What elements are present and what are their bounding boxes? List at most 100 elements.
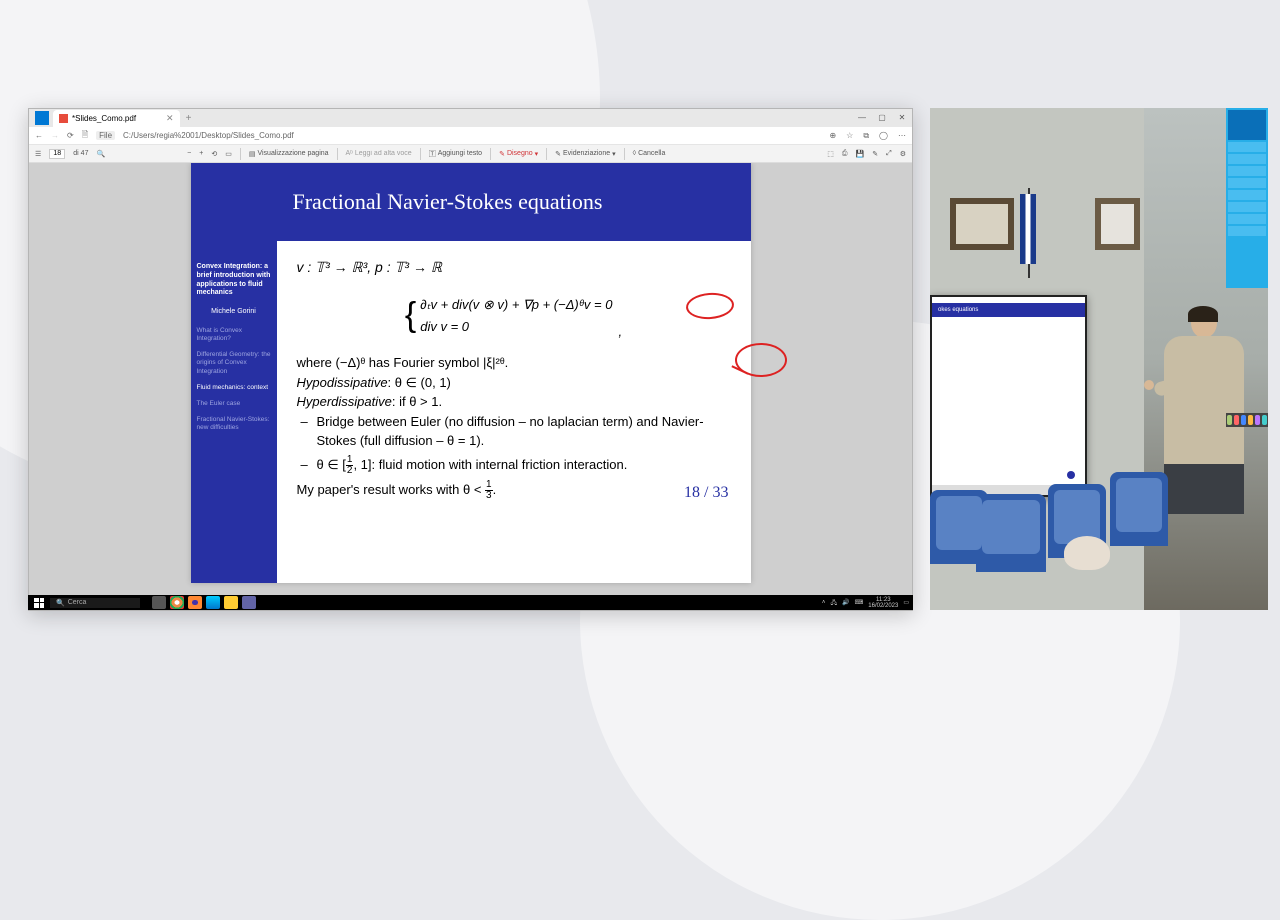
profile-icon[interactable]: ◯ [879,131,888,141]
wall-picture-right [1095,198,1140,250]
maximize-button[interactable]: ▢ [872,110,892,126]
sidebar-sec-3[interactable]: The Euler case [197,400,271,408]
chrome-icon[interactable] [170,596,184,609]
outline-color-row [1226,413,1268,427]
outline-item[interactable] [1228,202,1266,212]
sidebar-sec-1[interactable]: Differential Geometry: the origins of Co… [197,351,271,375]
collections-icon[interactable]: ⧉ [863,131,869,141]
read-aloud-button[interactable]: Aᵇ Leggi ad alta voce [346,150,412,157]
outline-item[interactable] [1228,166,1266,176]
edge-icon [35,111,49,125]
draw-button[interactable]: ✎ Disegno ▾ [499,150,538,158]
print-icon[interactable]: ⎙ [842,150,848,158]
url-prefix: File [96,131,115,140]
result-line: My paper's result works with θ < 13. [297,480,731,501]
url-text[interactable]: C:/Users/regia%2001/Desktop/Slides_Como.… [123,131,821,140]
red-circle-laplacian [685,291,735,320]
erase-button[interactable]: ◊ Cancella [633,150,666,157]
eq-divergence: div v = 0 [420,317,612,337]
forward-button[interactable]: → [51,131,59,140]
teams-icon[interactable] [242,596,256,609]
outline-panel [1226,108,1268,288]
outline-item[interactable] [1228,190,1266,200]
tray-volume-icon[interactable]: 🔊 [842,599,849,606]
pointer-icon[interactable]: ⬚ [827,150,834,158]
slide-body: v : 𝕋³ → ℝ³, p : 𝕋³ → ℝ { ∂ₜv + div(v ⊗ … [277,241,751,511]
sidebar-sec-2[interactable]: Fluid mechanics: context [197,384,271,392]
page-number-input[interactable] [49,149,65,159]
system-tray: ˄ 🖧 🔊 ⌨ 11:2316/02/2023 ▭ [822,597,909,609]
fit-page-icon[interactable]: ▭ [225,150,232,158]
task-icons [152,596,256,609]
slide-author: Michele Gorini [197,308,271,315]
wall-picture-left [950,198,1014,250]
tray-notifications-icon[interactable]: ▭ [903,599,909,606]
brace-icon: { [405,290,416,341]
refresh-button[interactable]: ⟳ [67,131,74,140]
zoom-out-icon[interactable]: − [187,150,191,157]
browser-window: *Slides_Como.pdf ✕ + — ▢ ✕ ← → ⟳ 🗎 File … [28,108,913,611]
slide-page: Convex Integration: a brief introduction… [191,163,751,583]
file-icon: 🗎 [82,129,88,143]
slide-main: Fractional Navier-Stokes equations v : 𝕋… [277,163,751,583]
projector-screen: okes equations [930,295,1087,497]
back-button[interactable]: ← [35,131,43,140]
fourier-line: where (−Δ)ᶿ has Fourier symbol |ξ|²ᶿ. [297,353,731,373]
add-text-button[interactable]: 🅃 Aggiungi testo [429,149,482,159]
task-view-icon[interactable] [152,596,166,609]
camera-feed: okes equations const data = JSON.parse(d… [930,108,1268,610]
outline-current[interactable] [1228,110,1266,140]
math-domain-line: v : 𝕋³ → ℝ³, p : 𝕋³ → ℝ [297,257,731,278]
save-as-icon[interactable]: ✎ [872,150,878,158]
audience-chairs [930,490,1268,610]
hypodissipative-line: Hypodissipative: θ ∈ (0, 1) [297,373,731,393]
tray-chevron-icon[interactable]: ˄ [822,600,826,606]
tray-lang-icon[interactable]: ⌨ [855,599,864,606]
projector-slide-title: okes equations [932,303,1085,317]
save-icon[interactable]: 💾 [856,150,865,158]
tray-clock[interactable]: 11:2316/02/2023 [868,597,898,609]
outline-item[interactable] [1228,154,1266,164]
bullet-bridge: Bridge between Euler (no diffusion – no … [317,412,731,451]
minimize-button[interactable]: — [852,110,872,126]
close-window-button[interactable]: ✕ [892,110,912,126]
page-view-button[interactable]: ▤ Visualizzazione pagina [249,150,329,158]
zoom-icon[interactable]: ⊕ [829,131,836,141]
search-icon[interactable]: 🔍 [96,150,105,158]
settings-icon[interactable]: ⚙ [900,150,906,158]
windows-taskbar: 🔍Cerca ˄ 🖧 🔊 ⌨ 11:2316/02/2023 ▭ [28,595,913,610]
slide-sidebar: Convex Integration: a brief introduction… [191,163,277,583]
firefox-icon[interactable] [188,596,202,609]
tray-network-icon[interactable]: 🖧 [830,598,837,608]
highlight-button[interactable]: ✎ Evidenziazione ▾ [555,150,615,158]
outline-item[interactable] [1228,226,1266,236]
pdf-toolbar: ☰ di 47 🔍 − + ⟲ ▭ ▤ Visualizzazione pagi… [29,145,912,163]
outline-item[interactable] [1228,142,1266,152]
rotate-icon[interactable]: ⟲ [211,150,217,158]
tab-close-button[interactable]: ✕ [166,113,174,124]
page-count-label: di 47 [73,150,88,157]
projector-dot [1067,471,1075,479]
new-tab-button[interactable]: + [182,113,196,124]
edge-taskbar-icon[interactable] [206,596,220,609]
window-controls: — ▢ ✕ [852,110,912,126]
sidebar-sec-0[interactable]: What is Convex Integration? [197,327,271,343]
outline-item[interactable] [1228,178,1266,188]
taskbar-search[interactable]: 🔍Cerca [50,598,140,608]
hyperdissipative-line: Hyperdissipative: if θ > 1. [297,392,731,412]
menu-icon[interactable]: ⋯ [898,131,906,141]
explorer-icon[interactable] [224,596,238,609]
zoom-in-icon[interactable]: + [199,150,203,157]
outline-item[interactable] [1228,214,1266,224]
fullscreen-icon[interactable]: ⤢ [886,150,892,158]
url-bar: ← → ⟳ 🗎 File C:/Users/regia%2001/Desktop… [29,127,912,145]
flag [1020,194,1036,264]
tab-slides-pdf[interactable]: *Slides_Como.pdf ✕ [53,110,180,127]
sidebar-toggle-icon[interactable]: ☰ [35,150,41,158]
start-button[interactable] [32,596,46,610]
search-icon: 🔍 [56,599,65,607]
pdf-viewport[interactable]: Convex Integration: a brief introduction… [29,163,912,610]
sidebar-sec-4[interactable]: Fractional Navier-Stokes: new difficulti… [197,416,271,432]
favorite-icon[interactable]: ☆ [846,131,853,141]
tab-title: *Slides_Como.pdf [72,114,136,123]
